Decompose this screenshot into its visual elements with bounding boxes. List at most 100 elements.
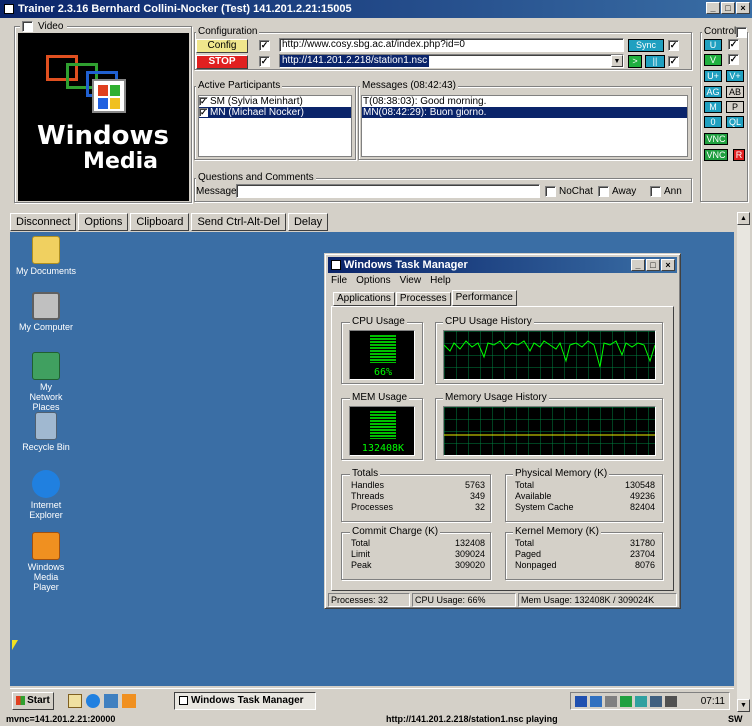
start-button[interactable]: Start [12,692,54,710]
desktop-icon-internet-explorer[interactable]: Internet Explorer [10,470,82,520]
disconnect-button[interactable]: Disconnect [10,213,77,231]
participant-checkbox[interactable]: ✓ [199,97,208,106]
maximize-button[interactable]: □ [721,2,735,14]
participants-label: Active Participants [196,80,283,91]
tray-app-icon[interactable] [650,695,662,707]
url1-field[interactable]: http://www.cosy.sbg.ac.at/index.php?id=0 [279,38,624,52]
table-row: Total 31780 [515,538,655,548]
stop-checkbox[interactable]: ✓ [259,56,270,67]
tm-close-button[interactable]: × [661,259,675,271]
task-manager-icon [179,695,188,705]
tray-status-icon[interactable] [665,695,677,707]
control-uplus-button[interactable]: U+ [704,70,722,82]
internet-explorer-icon[interactable] [86,694,100,708]
control-0-button[interactable]: 0 [704,116,722,128]
control-ag-button[interactable]: AG [704,86,722,98]
control-ql-button[interactable]: QL [726,116,744,128]
mem-history-svg [444,407,655,455]
play-checkbox[interactable]: ✓ [668,56,679,67]
desktop-icon-network-places[interactable]: My Network Places [10,352,82,412]
close-button[interactable]: × [736,2,750,14]
tm-minimize-button[interactable]: _ [631,259,645,271]
participant-checkbox[interactable]: ✓ [199,108,208,117]
tm-menubar: File Options View Help [331,275,451,286]
list-item[interactable]: ✓ SM (Sylvia Meinhart) [199,96,351,107]
window-titlebar[interactable]: Trainer 2.3.16 Bernhard Collini-Nocker (… [0,0,752,18]
video-checkbox[interactable] [22,21,33,32]
send-ctrl-alt-del-button[interactable]: Send Ctrl-Alt-Del [191,213,286,231]
vertical-scrollbar[interactable]: ▲ ▼ [736,212,750,712]
physical-memory-label: Physical Memory (K) [513,468,610,479]
list-item[interactable]: MN(08:42:29): Buon giorno. [362,107,687,118]
clock[interactable]: 07:11 [701,696,725,707]
show-desktop-icon[interactable] [68,694,82,708]
video-checkbox-row[interactable]: Video [20,21,68,32]
tray-language-icon[interactable] [575,695,587,707]
participants-list[interactable]: ✓ SM (Sylvia Meinhart) ✓ MN (Michael Noc… [198,95,352,157]
media-player-icon[interactable] [122,694,136,708]
tm-maximize-button[interactable]: □ [646,259,660,271]
control-checkbox[interactable] [736,27,747,38]
messages-list[interactable]: T(08:38:03): Good morning. MN(08:42:29):… [361,95,688,157]
control-vnc1-button[interactable]: VNC [704,133,728,145]
control-m-button[interactable]: M [704,101,722,113]
table-row: Paged 23704 [515,549,655,559]
desktop-icon-media-player[interactable]: Windows Media Player [10,532,82,592]
list-item[interactable]: T(08:38:03): Good morning. [362,96,687,107]
remote-taskbar: Start Windows Task Manager 07:11 [10,688,734,712]
control-u-button[interactable]: U [704,39,722,51]
ann-checkbox[interactable] [650,186,661,197]
status-center: http://141.201.2.218/station1.nsc playin… [386,714,558,724]
nochat-checkbox[interactable] [545,186,556,197]
task-manager-titlebar[interactable]: Windows Task Manager _ □ × [328,257,677,273]
control-vplus-button[interactable]: V+ [726,70,744,82]
desktop-icon-recycle-bin[interactable]: Recycle Bin [10,412,82,452]
delay-button[interactable]: Delay [287,213,329,231]
control-vnc2-button[interactable]: VNC [704,149,728,161]
tab-processes[interactable]: Processes [395,292,451,306]
chevron-down-icon[interactable]: ▼ [611,55,623,67]
control-v-checkbox[interactable]: ✓ [728,54,739,65]
tray-display-icon[interactable] [620,695,632,707]
control-p-button[interactable]: P [726,101,744,113]
messages-label: Messages (08:42:43) [360,80,458,91]
control-v-button[interactable]: V [704,54,722,66]
play-button[interactable]: > [628,55,642,68]
message-input[interactable] [236,184,540,198]
kernel-memory-table: Total 31780 Paged 23704 Nonpaged 8076 [515,538,655,571]
pause-button[interactable]: || [645,55,665,68]
tab-applications[interactable]: Applications [333,292,395,306]
url2-value: http://141.201.2.218/station1.nsc [280,55,430,67]
system-tray: 07:11 [570,692,730,710]
tray-network-icon[interactable] [590,695,602,707]
away-checkbox[interactable] [598,186,609,197]
list-item[interactable]: ✓ MN (Michael Nocker) [199,107,351,118]
control-r-button[interactable]: R [733,149,745,161]
stop-button[interactable]: STOP [196,55,248,69]
url2-dropdown[interactable]: http://141.201.2.218/station1.nsc ▼ [279,54,624,68]
clipboard-button[interactable]: Clipboard [130,213,190,231]
menu-file[interactable]: File [331,275,347,286]
tray-volume-icon[interactable] [605,695,617,707]
scroll-down-button[interactable]: ▼ [737,699,750,712]
taskbar-task-manager-button[interactable]: Windows Task Manager [174,692,316,710]
tab-performance[interactable]: Performance [451,290,517,306]
sync-button[interactable]: Sync [628,39,664,52]
outlook-icon[interactable] [104,694,118,708]
scroll-up-button[interactable]: ▲ [737,212,750,225]
task-manager-icon [331,260,341,270]
menu-help[interactable]: Help [430,275,451,286]
config-checkbox[interactable]: ✓ [259,40,270,51]
control-ab-button[interactable]: AB [726,86,744,98]
desktop-icon-my-computer[interactable]: My Computer [10,292,82,332]
tray-vnc-icon[interactable] [635,695,647,707]
sync-checkbox[interactable]: ✓ [668,40,679,51]
desktop-icon-my-documents[interactable]: My Documents [10,236,82,276]
options-button[interactable]: Options [78,213,129,231]
task-manager-window[interactable]: Windows Task Manager _ □ × File Options … [324,253,681,609]
minimize-button[interactable]: _ [706,2,720,14]
config-button[interactable]: Config [196,39,248,53]
control-u-checkbox[interactable]: ✓ [728,39,739,50]
menu-view[interactable]: View [400,275,422,286]
menu-options[interactable]: Options [356,275,390,286]
